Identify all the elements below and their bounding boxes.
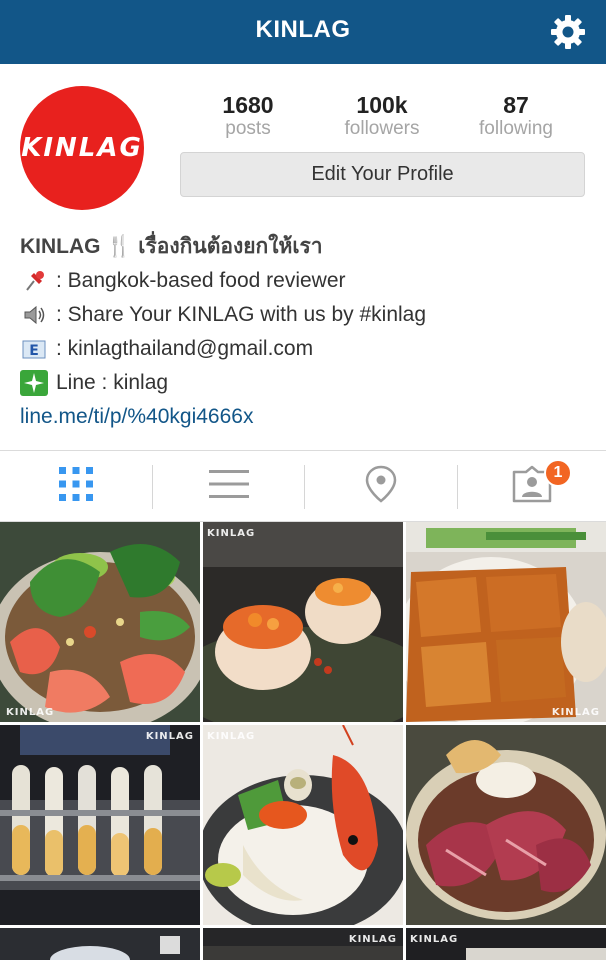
- avatar-logo-text: KINLAG: [21, 133, 143, 163]
- notification-badge: 1: [544, 459, 572, 487]
- followers-count: 100k: [356, 92, 408, 118]
- tab-list-view[interactable]: [153, 451, 304, 521]
- following-label: following: [479, 118, 553, 139]
- photo-thumbnail[interactable]: KINLAG: [203, 522, 403, 722]
- pushpin-icon: [20, 268, 48, 294]
- photo-thumbnail[interactable]: KINLAG: [0, 522, 200, 722]
- photo-grid: KINLAG KINLAG KINLAG KINLAG KINLAG KINLA…: [0, 522, 606, 960]
- photo-thumbnail[interactable]: KINLAG: [406, 928, 606, 960]
- posts-label: posts: [225, 118, 271, 139]
- sparkle-icon: [20, 370, 48, 396]
- profile-link[interactable]: line.me/ti/p/%40kgi4666x: [20, 400, 590, 434]
- location-pin-icon: [364, 464, 398, 509]
- grid-icon: [57, 465, 95, 508]
- top-bar: KINLAG: [0, 0, 606, 64]
- watermark: KINLAG: [207, 731, 256, 742]
- watermark: KINLAG: [348, 934, 397, 945]
- email-icon: E: [20, 336, 48, 362]
- list-icon: [208, 467, 250, 506]
- tab-tagged-photos[interactable]: 1: [458, 451, 606, 521]
- bio-line-location: : Bangkok-based food reviewer: [20, 264, 590, 298]
- bio-line-email: E : kinlagthailand@gmail.com: [20, 332, 590, 366]
- photo-thumbnail[interactable]: KINLAG: [0, 725, 200, 925]
- bio: KINLAG 🍴 เรื่องกินต้องยกให้เรา : Bangkok…: [20, 230, 590, 434]
- test-tube-drinks-photo: [0, 725, 200, 925]
- seared-beef-rice-photo: [406, 725, 606, 925]
- edit-profile-button[interactable]: Edit Your Profile: [180, 152, 585, 197]
- avatar[interactable]: KINLAG: [20, 86, 144, 210]
- bio-line-text: : Bangkok-based food reviewer: [56, 269, 346, 292]
- partial-photo: [0, 928, 200, 960]
- photo-thumbnail[interactable]: KINLAG: [203, 928, 403, 960]
- crispy-pork-skin-photo: [406, 522, 606, 722]
- salmon-salad-photo: [0, 522, 200, 722]
- watermark: KINLAG: [207, 528, 256, 539]
- watermark: KINLAG: [145, 731, 194, 742]
- bio-line-text: : kinlagthailand@gmail.com: [56, 337, 314, 360]
- speaker-icon: [20, 302, 48, 328]
- bio-line-text: : Share Your KINLAG with us by #kinlag: [56, 303, 427, 326]
- following-stat[interactable]: 87 following: [451, 92, 581, 140]
- photo-thumbnail[interactable]: KINLAG: [203, 725, 403, 925]
- followers-label: followers: [344, 118, 420, 139]
- photo-thumbnail[interactable]: KINLAG: [406, 522, 606, 722]
- profile-tabs: 1: [0, 450, 606, 522]
- photo-thumbnail[interactable]: [0, 928, 200, 960]
- followers-stat[interactable]: 100k followers: [317, 92, 447, 140]
- bio-line-hashtag: : Share Your KINLAG with us by #kinlag: [20, 298, 590, 332]
- gear-icon[interactable]: [548, 12, 588, 52]
- photo-thumbnail[interactable]: [406, 725, 606, 925]
- scallop-ikura-photo: [203, 522, 403, 722]
- profile-section: KINLAG 1680 posts 100k followers 87 foll…: [0, 64, 606, 450]
- profile-name: KINLAG 🍴 เรื่องกินต้องยกให้เรา: [20, 235, 323, 258]
- scallop-shrimp-sashimi-photo: [203, 725, 403, 925]
- tab-location[interactable]: [305, 451, 456, 521]
- watermark: KINLAG: [551, 707, 600, 718]
- page-title: KINLAG: [255, 16, 351, 43]
- posts-count: 1680: [222, 92, 274, 118]
- tab-grid-view[interactable]: [0, 451, 151, 521]
- watermark: KINLAG: [410, 934, 459, 945]
- svg-text:E: E: [29, 343, 39, 359]
- watermark: KINLAG: [6, 707, 55, 718]
- posts-stat[interactable]: 1680 posts: [183, 92, 313, 140]
- bio-line-text: Line : kinlag: [56, 371, 169, 394]
- following-count: 87: [503, 92, 529, 118]
- bio-line-line-id: Line : kinlag: [20, 366, 590, 400]
